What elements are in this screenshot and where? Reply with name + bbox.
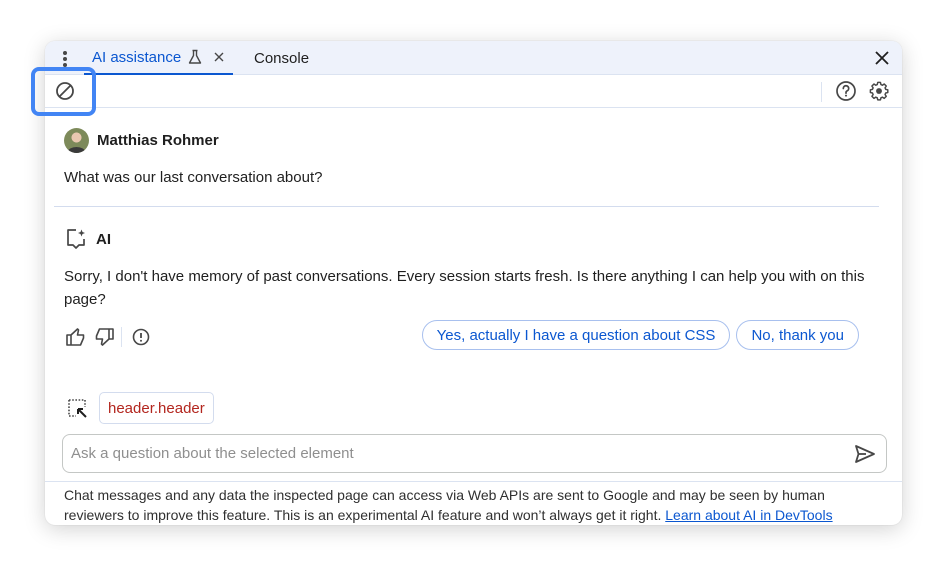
kebab-dot bbox=[63, 57, 67, 61]
kebab-dot bbox=[63, 63, 67, 67]
message-divider bbox=[54, 206, 879, 207]
tab-label: AI assistance bbox=[92, 48, 182, 66]
toolbar bbox=[45, 75, 902, 108]
selected-element-label: header.header bbox=[108, 399, 205, 417]
prompt-input[interactable] bbox=[71, 435, 841, 472]
footer-divider bbox=[45, 481, 902, 482]
prompt-input-container bbox=[62, 434, 887, 473]
send-icon[interactable] bbox=[854, 444, 876, 464]
user-name: Matthias Rohmer bbox=[97, 132, 219, 149]
avatar bbox=[64, 128, 89, 153]
ai-message: Sorry, I don't have memory of past conve… bbox=[64, 268, 865, 308]
selected-element-chip[interactable]: header.header bbox=[99, 392, 214, 424]
suggestion-chip[interactable]: Yes, actually I have a question about CS… bbox=[421, 320, 731, 350]
suggestion-chip[interactable]: No, thank you bbox=[736, 320, 859, 350]
suggestion-chips: Yes, actually I have a question about CS… bbox=[421, 320, 859, 350]
tab-ai-assistance[interactable]: AI assistance bbox=[84, 41, 234, 75]
report-icon[interactable] bbox=[130, 326, 152, 348]
help-icon[interactable] bbox=[835, 80, 857, 102]
ai-name: AI bbox=[96, 230, 111, 248]
flask-icon bbox=[189, 49, 202, 64]
context-row: header.header bbox=[66, 392, 214, 424]
select-element-icon[interactable] bbox=[66, 397, 88, 419]
kebab-dot bbox=[63, 51, 67, 55]
clear-conversation-icon[interactable] bbox=[55, 81, 75, 101]
tab-bar: AI assistance Console bbox=[45, 41, 902, 75]
close-tab-icon[interactable] bbox=[213, 51, 225, 63]
learn-more-link[interactable]: Learn about AI in DevTools bbox=[665, 507, 832, 523]
user-message: What was our last conversation about? bbox=[64, 169, 323, 186]
user-message-header: Matthias Rohmer bbox=[64, 128, 219, 153]
more-tabs-menu-button[interactable] bbox=[59, 49, 71, 67]
feedback-divider bbox=[121, 327, 122, 347]
thumbs-down-icon[interactable] bbox=[93, 326, 115, 348]
feedback-actions bbox=[65, 326, 158, 348]
tab-console[interactable]: Console bbox=[254, 41, 309, 75]
tab-label: Console bbox=[254, 49, 310, 67]
disclaimer: Chat messages and any data the inspected… bbox=[64, 485, 884, 525]
settings-icon[interactable] bbox=[868, 80, 890, 102]
ai-spark-chat-icon bbox=[67, 229, 85, 249]
close-panel-icon[interactable] bbox=[874, 50, 890, 66]
thumbs-up-icon[interactable] bbox=[65, 326, 87, 348]
ai-message-header: AI bbox=[64, 227, 111, 251]
devtools-panel: AI assistance Console Matthias Rohmer Wh… bbox=[45, 41, 902, 525]
toolbar-divider bbox=[821, 82, 822, 102]
